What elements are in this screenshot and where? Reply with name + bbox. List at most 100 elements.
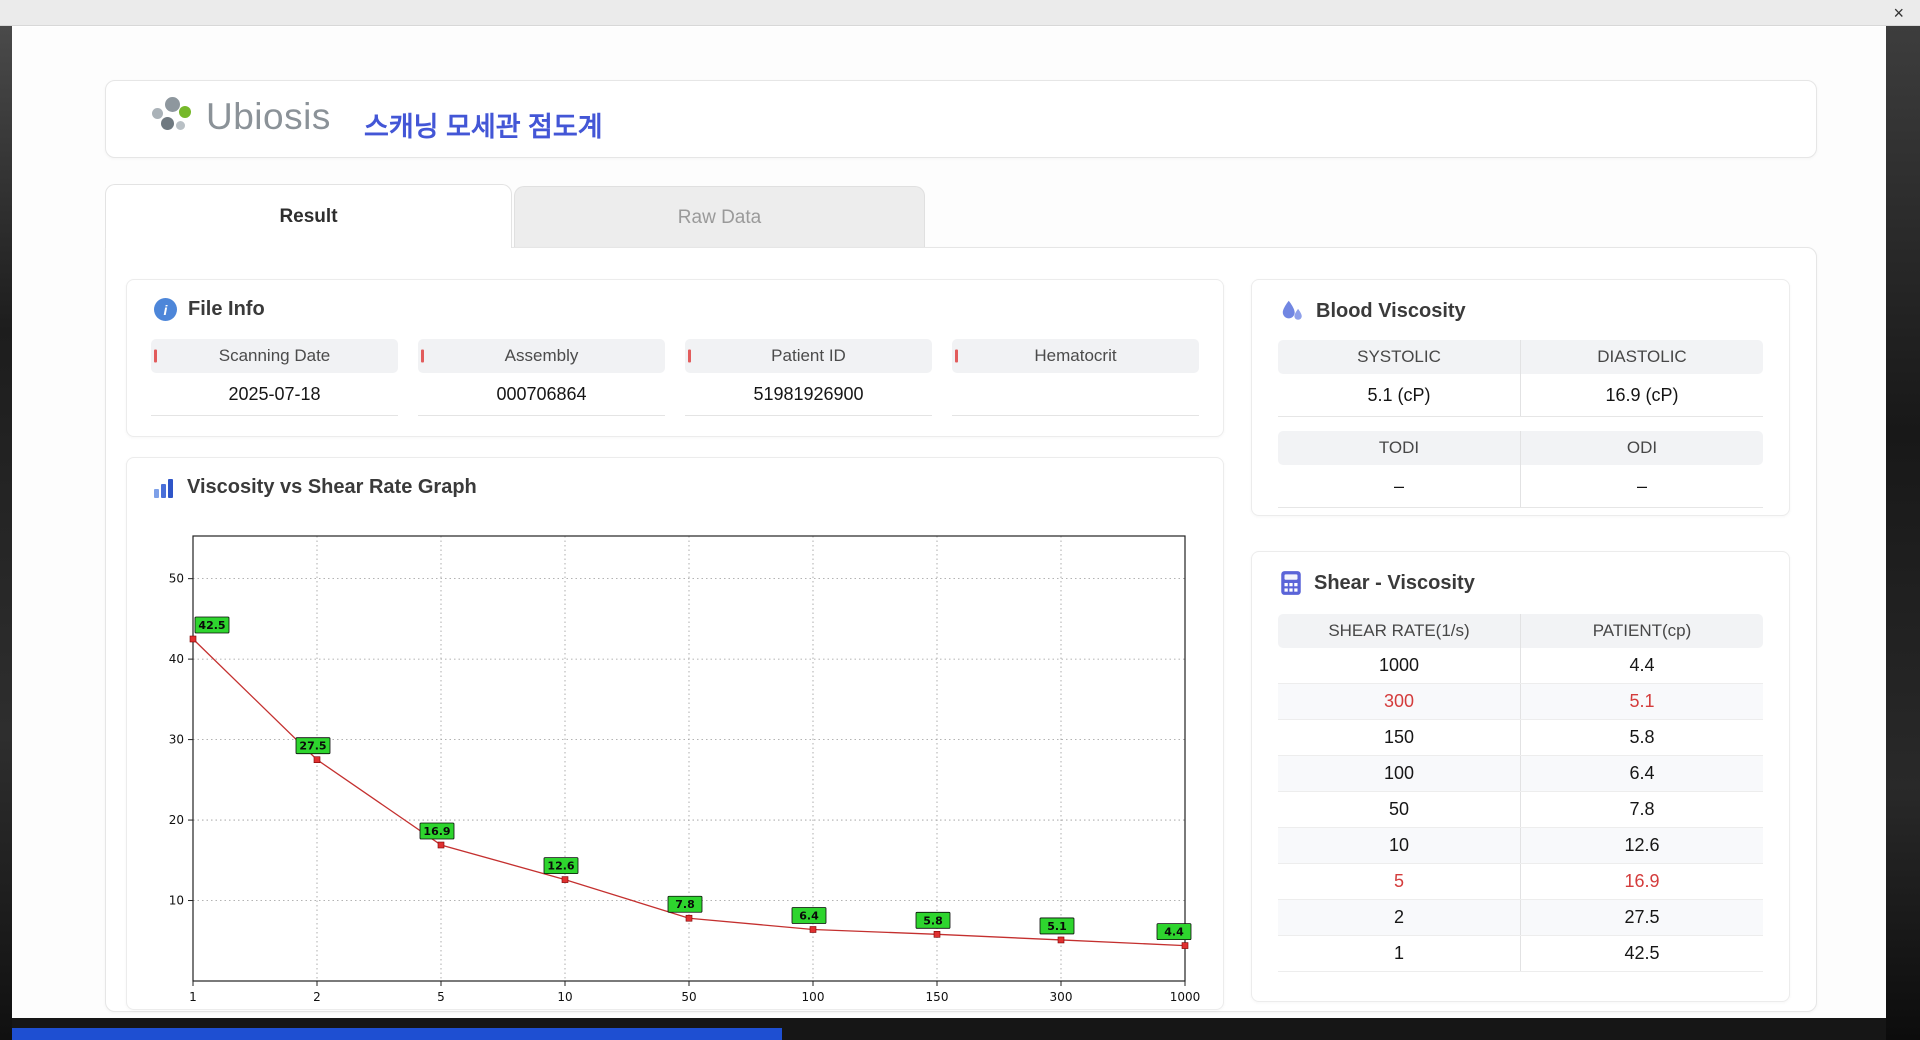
required-marker-icon [955,349,958,363]
file-info-title: File Info [188,298,265,320]
logo-berries-icon [150,95,196,139]
x-tick-label: 2 [313,990,321,1004]
patient-viscosity-cell: 7.8 [1520,792,1763,827]
point-label-text: 12.6 [547,860,574,873]
data-marker [1181,942,1189,949]
file-info-section: i File Info Scanning Date 2025-07-18 Assem… [126,279,1224,437]
data-marker [1057,936,1065,944]
metric-header: SYSTOLIC [1357,347,1441,366]
x-tick-label: 10 [557,990,572,1004]
x-tick-label: 150 [926,990,949,1004]
background-bottom-strip [12,1018,1886,1040]
required-marker-icon [421,349,424,363]
tab-result[interactable]: Result [105,184,512,248]
y-tick-label: 40 [169,652,184,666]
file-info-field: Assembly 000706864 [418,339,665,416]
shear-rate-cell: 10 [1388,835,1410,855]
bar-chart-icon [154,478,176,498]
patient-viscosity-cell: 16.9 [1520,864,1763,899]
y-tick-label: 50 [169,572,184,586]
background-right-strip [1886,26,1920,1040]
table-row: 5 16.9 [1278,864,1763,900]
data-marker [561,876,569,883]
metric-header-row: TODI ODI [1278,431,1763,465]
point-label-text: 6.4 [799,909,819,922]
table-row: 2 27.5 [1278,900,1763,936]
required-marker-icon [688,349,691,363]
x-tick-label: 1 [189,990,197,1004]
table-row: 150 5.8 [1278,720,1763,756]
close-icon[interactable]: × [1893,2,1904,24]
shear-viscosity-card: Shear - Viscosity SHEAR RATE(1/s) PATIEN… [1251,551,1790,1002]
metric-header: DIASTOLIC [1520,340,1763,374]
shear-rate-cell: 150 [1383,727,1415,747]
metric-value-row: 5.1 (cP) 16.9 (cP) [1278,374,1763,417]
calculator-icon [1281,571,1301,595]
metric-value: – [1393,475,1404,496]
data-marker [313,756,321,764]
point-label-text: 5.8 [923,914,943,927]
file-info-fields: Scanning Date 2025-07-18 Assembly 000706864… [151,339,1199,416]
field-label: Assembly [418,339,665,373]
table-row: 1 42.5 [1278,936,1763,972]
data-marker [809,926,817,933]
data-marker [437,841,445,849]
file-info-field: Scanning Date 2025-07-18 [151,339,398,416]
point-label-text: 7.8 [675,898,695,911]
shear-viscosity-rows: 1000 4.4 300 5.1 150 5.8 100 6.4 50 7.8 10 12.6 5 16.… [1278,648,1763,972]
shear-viscosity-title: Shear - Viscosity [1314,571,1475,594]
shear-rate-column-header: SHEAR RATE(1/s) [1328,621,1470,640]
metric-value: 16.9 (cP) [1520,374,1763,416]
field-value: 000706864 [418,373,665,416]
point-label-text: 27.5 [299,740,326,753]
x-tick-label: 300 [1050,990,1073,1004]
shear-rate-cell: 50 [1388,799,1410,819]
metric-value: – [1520,465,1763,507]
field-label: Hematocrit [952,339,1199,373]
field-value: 2025-07-18 [151,373,398,416]
header-card: Ubiosis 스캐닝 모세관 점도계 [105,80,1817,158]
patient-viscosity-cell: 4.4 [1520,648,1763,683]
tab-raw-data[interactable]: Raw Data [514,186,925,248]
point-label-text: 4.4 [1164,926,1184,939]
table-row: 10 12.6 [1278,828,1763,864]
ubiosis-logo: Ubiosis [150,95,331,139]
metric-value: 5.1 (cP) [1367,384,1431,405]
shear-rate-cell: 5 [1393,871,1404,891]
patient-viscosity-cell: 42.5 [1520,936,1763,971]
shear-rate-cell: 1000 [1378,655,1420,675]
field-value: 51981926900 [685,373,932,416]
shear-rate-cell: 100 [1383,763,1415,783]
droplets-icon [1282,300,1302,320]
x-tick-label: 5 [437,990,445,1004]
field-label: Patient ID [685,339,932,373]
shear-rate-cell: 1 [1393,943,1404,963]
point-label-text: 42.5 [198,619,225,632]
shear-rate-cell: 300 [1383,691,1415,711]
background-left-strip [0,26,12,1040]
table-row: 100 6.4 [1278,756,1763,792]
background-taskbar-segment [12,1028,782,1040]
y-tick-label: 10 [169,894,184,908]
point-label-text: 16.9 [423,825,450,838]
graph-title: Viscosity vs Shear Rate Graph [187,476,477,498]
data-marker [685,914,693,922]
viscosity-chart: 1 2 5 10 50 100 150 300 1000 10 20 30 40 50 42.5 27.5 16… [169,535,1200,1004]
patient-viscosity-cell: 12.6 [1520,828,1763,863]
y-tick-label: 30 [169,733,184,747]
page-title: 스캐닝 모세관 점도계 [364,112,603,142]
graph-header: Viscosity vs Shear Rate Graph [154,476,477,499]
blood-viscosity-header: Blood Viscosity [1279,298,1466,324]
patient-viscosity-cell: 27.5 [1520,900,1763,935]
window-titlebar: × [0,0,1920,26]
y-tick-label: 20 [169,813,184,827]
table-row: 300 5.1 [1278,684,1763,720]
file-info-field: Patient ID 51981926900 [685,339,932,416]
table-row: 1000 4.4 [1278,648,1763,684]
patient-column-header: PATIENT(cp) [1520,614,1763,648]
file-info-field: Hematocrit [952,339,1199,416]
metric-header: TODI [1378,438,1420,457]
blood-viscosity-card: Blood Viscosity SYSTOLIC DIASTOLIC 5.1 (cP… [1251,279,1790,516]
metric-header: ODI [1520,431,1763,465]
shear-viscosity-header: Shear - Viscosity [1279,570,1475,596]
